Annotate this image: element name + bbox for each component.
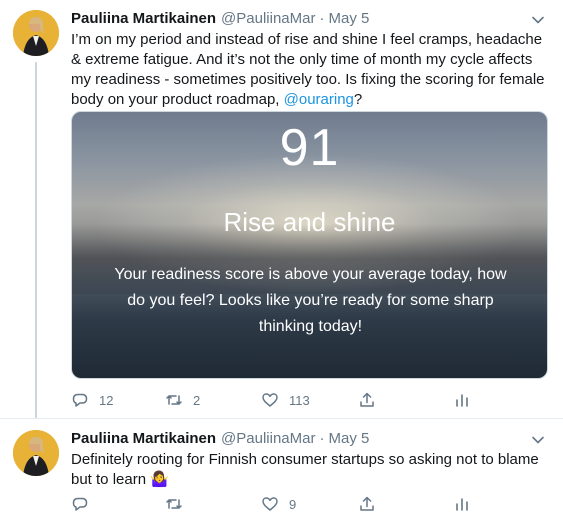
tweet[interactable]: Pauliina Martikainen @PauliinaMar · May … [0, 418, 563, 522]
tweet[interactable]: Pauliina Martikainen @PauliinaMar · May … [0, 0, 563, 418]
media-message: Your readiness score is above your avera… [114, 266, 507, 335]
separator: · [319, 10, 325, 27]
share-icon [360, 392, 374, 407]
reply-count: 12 [99, 392, 114, 408]
like-count: 9 [289, 496, 297, 512]
avatar[interactable] [13, 430, 59, 476]
tweet-body-end: ? [353, 91, 363, 108]
tweet-text: I’m on my period and instead of rise and… [71, 30, 551, 110]
separator: · [319, 430, 325, 447]
author-handle[interactable]: @PauliinaMar [221, 430, 315, 447]
tweet-text: Definitely rooting for Finnish consumer … [71, 450, 551, 490]
share-icon [360, 496, 374, 511]
mention-link[interactable]: @ouraring [284, 91, 354, 108]
chevron-down-icon[interactable] [531, 13, 545, 27]
tweet-header: Pauliina Martikainen @PauliinaMar · May … [71, 10, 369, 30]
reply-button[interactable] [71, 494, 99, 514]
thread-connector [35, 62, 37, 418]
analytics-icon [456, 394, 468, 407]
avatar[interactable] [13, 10, 59, 56]
reply-icon [72, 497, 88, 511]
action-bar: 9 [71, 494, 491, 514]
tweet-date[interactable]: May 5 [328, 10, 369, 27]
share-button[interactable] [358, 494, 376, 514]
author-handle[interactable]: @PauliinaMar [221, 10, 315, 27]
retweet-icon [166, 395, 182, 405]
like-count: 113 [289, 392, 310, 408]
retweet-count: 2 [193, 392, 201, 408]
author-name[interactable]: Pauliina Martikainen [71, 10, 216, 27]
share-button[interactable] [358, 390, 376, 410]
like-button[interactable]: 9 [261, 494, 296, 514]
author-name[interactable]: Pauliina Martikainen [71, 430, 216, 447]
readiness-score: 91 [279, 119, 340, 177]
like-button[interactable]: 113 [261, 390, 310, 410]
tweet-date[interactable]: May 5 [328, 430, 369, 447]
reply-button[interactable]: 12 [71, 390, 113, 410]
tweet-header: Pauliina Martikainen @PauliinaMar · May … [71, 430, 369, 450]
retweet-button[interactable] [165, 494, 193, 514]
analytics-icon [456, 498, 468, 511]
media-headline: Rise and shine [223, 207, 396, 237]
analytics-button[interactable] [453, 390, 471, 410]
like-icon [262, 497, 278, 511]
retweet-icon [166, 499, 182, 509]
reply-icon [72, 393, 88, 407]
chevron-down-icon[interactable] [531, 433, 545, 447]
action-bar: 12 2 113 [71, 390, 491, 410]
shrug-emoji: 🤷‍♀️ [150, 471, 169, 488]
media-image[interactable]: 91 Rise and shine Your readiness score i… [71, 111, 548, 379]
tweet-body: Definitely rooting for Finnish consumer … [71, 451, 539, 488]
retweet-button[interactable]: 2 [165, 390, 200, 410]
analytics-button[interactable] [453, 494, 471, 514]
like-icon [262, 393, 278, 407]
